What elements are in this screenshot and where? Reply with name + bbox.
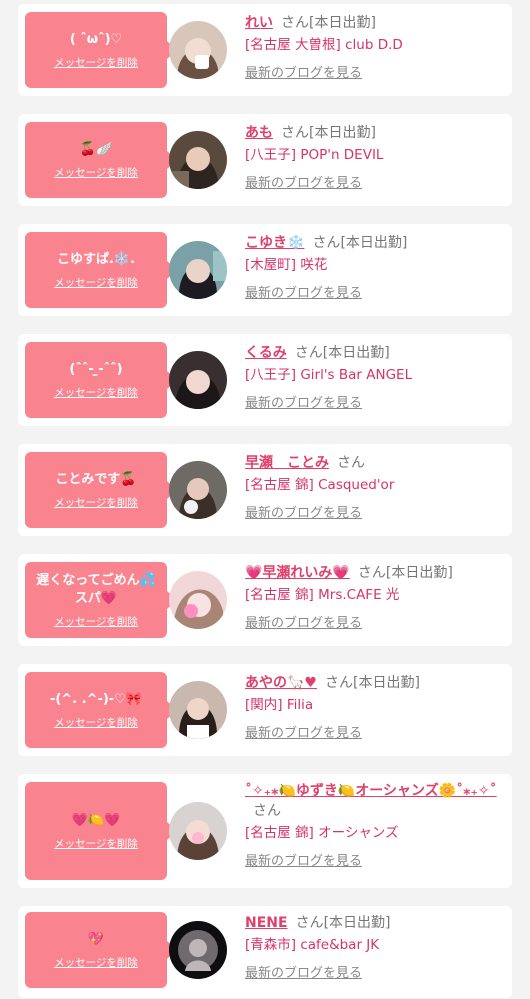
message-bubble: ことみです🍒 メッセージを削除: [25, 452, 177, 528]
honorific: さん: [253, 803, 281, 819]
cast-name-link[interactable]: NENE: [245, 915, 288, 931]
blog-link[interactable]: 最新のブログを見る: [245, 285, 504, 303]
blog-link[interactable]: 最新のブログを見る: [245, 175, 504, 193]
avatar[interactable]: [169, 241, 227, 299]
cast-card: こゆすぱ.❄️. メッセージを削除 こゆき❄️ さん[本日出勤] [木屋町] 咲花…: [18, 224, 512, 316]
message-text: 💗🍋💗: [71, 812, 121, 828]
message-text: -(^. .^-)-♡🎀: [49, 691, 143, 707]
delete-message-link[interactable]: メッセージを削除: [54, 275, 138, 290]
message-bubble: 💖 メッセージを削除: [25, 912, 177, 988]
message-bubble: こゆすぱ.❄️. メッセージを削除: [25, 232, 177, 308]
avatar[interactable]: [169, 21, 227, 79]
delete-message-link[interactable]: メッセージを削除: [54, 614, 138, 629]
cast-name-link[interactable]: こゆき❄️: [245, 235, 304, 251]
on-duty-badge: [本日出勤]: [340, 235, 408, 251]
on-duty-badge: [本日出勤]: [385, 565, 453, 581]
delete-message-link[interactable]: メッセージを削除: [54, 385, 138, 400]
message-text: 遅くなってごめん💦スパ💗: [36, 572, 156, 606]
shop-info: [名古屋 錦] Casqued'or: [245, 477, 395, 493]
shop-info: [八王子] POP'n DEVIL: [245, 147, 384, 163]
shop-info: [八王子] Girl's Bar ANGEL: [245, 367, 413, 383]
message-bubble: 💗🍋💗 メッセージを削除: [25, 782, 177, 880]
blog-link[interactable]: 最新のブログを見る: [245, 395, 504, 413]
shop-info: [名古屋 錦] Mrs.CAFE 光: [245, 587, 400, 603]
delete-message-link[interactable]: メッセージを削除: [54, 715, 138, 730]
on-duty-badge: [本日出勤]: [309, 15, 376, 31]
blog-link[interactable]: 最新のブログを見る: [245, 725, 504, 743]
delete-message-link[interactable]: メッセージを削除: [54, 55, 138, 70]
cast-card: 遅くなってごめん💦スパ💗 メッセージを削除 💗早瀬れいみ💗 さん[本日出勤] [名…: [18, 554, 512, 646]
message-text: ことみです🍒: [55, 471, 137, 487]
avatar[interactable]: [169, 131, 227, 189]
message-text: ( ˆωˆ)♡: [69, 31, 123, 47]
delete-message-link[interactable]: メッセージを削除: [54, 836, 138, 851]
honorific: さん: [295, 915, 324, 931]
blog-link[interactable]: 最新のブログを見る: [245, 965, 504, 983]
cast-name-link[interactable]: 💗早瀬れいみ💗: [245, 565, 350, 581]
honorific: さん: [281, 125, 309, 141]
delete-message-link[interactable]: メッセージを削除: [54, 165, 138, 180]
honorific: さん: [337, 455, 365, 471]
on-duty-badge: [本日出勤]: [352, 675, 420, 691]
shop-info: [青森市] cafe&bar JK: [245, 937, 380, 953]
message-bubble: 🍒🪽 メッセージを削除: [25, 122, 177, 198]
cast-card: (ˆˆ- ̫-ˆˆ) メッセージを削除 くるみ さん[本日出勤] [八王子] Gi…: [18, 334, 512, 426]
avatar[interactable]: [169, 351, 227, 409]
cast-card: 💗🍋💗 メッセージを削除 ˚✧₊⁎🍋ゆずき🍋オーシャンズ🌼˚⁎₊✧˚ さん [名古…: [18, 774, 512, 888]
message-bubble: 遅くなってごめん💦スパ💗 メッセージを削除: [25, 562, 177, 638]
on-duty-badge: [本日出勤]: [322, 345, 390, 361]
message-bubble: ( ˆωˆ)♡ メッセージを削除: [25, 12, 177, 88]
cast-card: -(^. .^-)-♡🎀 メッセージを削除 あやの🦙♥ さん[本日出勤] [関内]…: [18, 664, 512, 756]
blog-link[interactable]: 最新のブログを見る: [245, 615, 504, 633]
cast-name-link[interactable]: あも: [245, 125, 273, 141]
avatar[interactable]: [169, 461, 227, 519]
honorific: さん: [324, 675, 353, 691]
cast-name-link[interactable]: くるみ: [245, 345, 287, 361]
avatar[interactable]: [169, 921, 227, 979]
blog-link[interactable]: 最新のブログを見る: [245, 65, 504, 83]
cast-name-link[interactable]: ˚✧₊⁎🍋ゆずき🍋オーシャンズ🌼˚⁎₊✧˚: [245, 783, 497, 799]
shop-info: [木屋町] 咲花: [245, 257, 328, 273]
cast-name-link[interactable]: あやの🦙♥: [245, 675, 317, 691]
message-text: こゆすぱ.❄️.: [56, 251, 136, 267]
cast-card: ことみです🍒 メッセージを削除 早瀬 ことみ さん [名古屋 錦] Casqued…: [18, 444, 512, 536]
avatar[interactable]: [169, 681, 227, 739]
cast-name-link[interactable]: 早瀬 ことみ: [245, 455, 329, 471]
honorific: さん: [312, 235, 341, 251]
avatar[interactable]: [169, 802, 227, 860]
honorific: さん: [294, 345, 323, 361]
blog-link[interactable]: 最新のブログを見る: [245, 505, 504, 523]
honorific: さん: [357, 565, 386, 581]
message-text: 💖: [87, 931, 105, 947]
cast-card: 💖 メッセージを削除 NENE さん[本日出勤] [青森市] cafe&bar J…: [18, 906, 512, 998]
message-bubble: (ˆˆ- ̫-ˆˆ) メッセージを削除: [25, 342, 177, 418]
honorific: さん: [281, 15, 309, 31]
cast-card: 🍒🪽 メッセージを削除 あも さん[本日出勤] [八王子] POP'n DEVIL…: [18, 114, 512, 206]
shop-info: [名古屋 大曽根] club D.D: [245, 37, 403, 53]
message-text: 🍒🪽: [79, 141, 113, 157]
message-bubble: -(^. .^-)-♡🎀 メッセージを削除: [25, 672, 177, 748]
cast-card: ( ˆωˆ)♡ メッセージを削除 れい さん[本日出勤] [名古屋 大曽根] cl…: [18, 4, 512, 96]
delete-message-link[interactable]: メッセージを削除: [54, 495, 138, 510]
shop-info: [関内] Filia: [245, 697, 314, 713]
shop-info: [名古屋 錦] オーシャンズ: [245, 825, 399, 841]
delete-message-link[interactable]: メッセージを削除: [54, 955, 138, 970]
avatar[interactable]: [169, 571, 227, 629]
blog-link[interactable]: 最新のブログを見る: [245, 853, 504, 871]
cast-name-link[interactable]: れい: [245, 15, 273, 31]
message-text: (ˆˆ- ̫-ˆˆ): [69, 361, 123, 377]
on-duty-badge: [本日出勤]: [309, 125, 376, 141]
on-duty-badge: [本日出勤]: [323, 915, 391, 931]
